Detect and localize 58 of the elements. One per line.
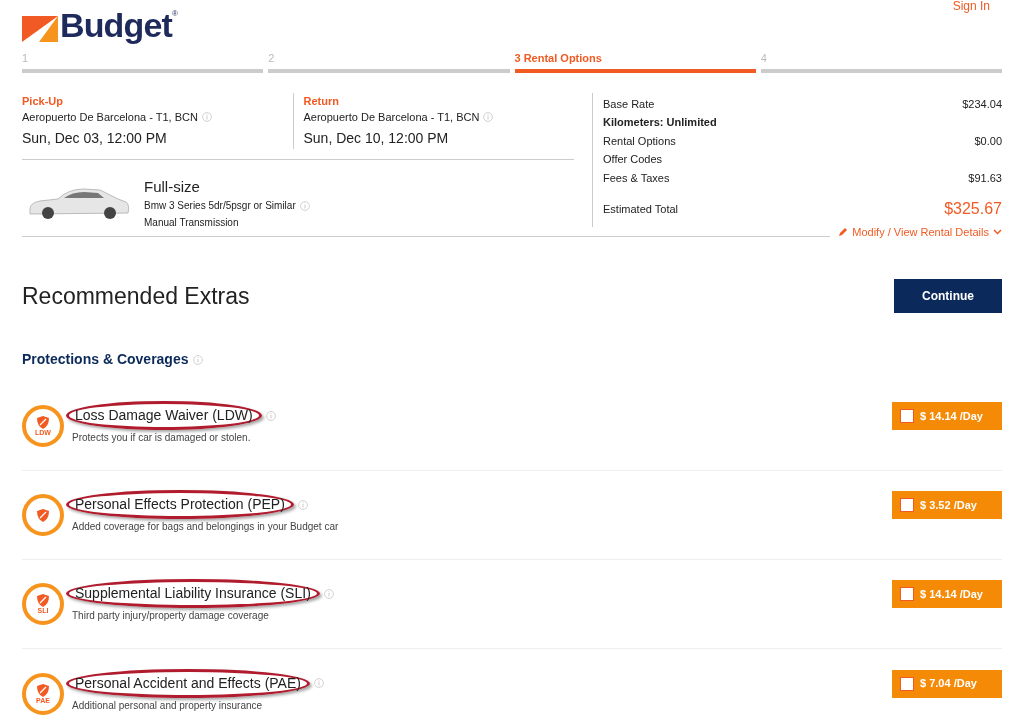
pencil-icon: [838, 227, 849, 238]
date-time: Sun, Dec 10, 12:00 PM: [303, 128, 450, 148]
location-label: Return: [303, 93, 340, 109]
price-button[interactable]: $ 7.04 /Day: [892, 669, 1002, 698]
step-tab[interactable]: 4: [760, 50, 1002, 73]
extra-description: Added coverage for bags and belongings in your Budget car: [72, 520, 339, 534]
price-button[interactable]: $ 3.52 /Day: [892, 491, 1002, 519]
registered-mark: ®: [172, 8, 178, 18]
price-button[interactable]: $ 14.14 /Day: [892, 402, 1002, 430]
continue-button[interactable]: Continue: [894, 278, 1002, 313]
summary-value: $234.04: [962, 96, 1002, 112]
checkbox[interactable]: [900, 409, 914, 423]
info-icon[interactable]: [323, 588, 334, 599]
extra-description: Protects you if car is damaged or stolen.: [72, 431, 252, 445]
summary-label: Fees & Taxes: [603, 170, 670, 186]
step-tab[interactable]: 1: [22, 50, 264, 73]
summary-value: $91.63: [968, 170, 1002, 186]
price-button[interactable]: $ 14.14 /Day: [892, 580, 1002, 608]
location-name: Aeropuerto De Barcelona - T1, BCN: [22, 110, 198, 125]
chevron-down-icon: [993, 229, 1002, 236]
extra-title: Supplemental Liability Insurance (SLI): [66, 579, 320, 608]
info-icon[interactable]: [299, 200, 310, 211]
info-icon[interactable]: [201, 112, 212, 123]
extra-description: Additional personal and property insurance: [72, 698, 264, 713]
step-tab[interactable]: 3 Rental Options: [514, 50, 756, 73]
info-icon[interactable]: [265, 410, 276, 421]
info-icon[interactable]: [297, 499, 308, 510]
extra-description: Third party injury/property damage coverage: [72, 609, 270, 623]
summary-label: Base Rate: [603, 96, 655, 112]
info-icon[interactable]: [192, 354, 203, 365]
date-time: Sun, Dec 03, 12:00 PM: [22, 128, 168, 148]
summary-label: Estimated Total: [603, 201, 678, 217]
location-name: Aeropuerto De Barcelona - T1, BCN: [303, 110, 480, 125]
sign-in-link[interactable]: Sign In: [952, 0, 990, 12]
page-heading: Recommended Extras: [22, 281, 250, 311]
extra-title: Personal Accident and Effects (PAE): [66, 668, 310, 698]
extra-title: Loss Damage Waiver (LDW): [66, 401, 262, 430]
location-label: Pick-Up: [22, 93, 64, 109]
step-tab[interactable]: 2: [268, 50, 510, 73]
info-icon[interactable]: [313, 678, 324, 688]
car-class: Full-size: [144, 176, 201, 197]
extra-title: Personal Effects Protection (PEP): [66, 490, 294, 519]
checkbox[interactable]: [900, 676, 914, 691]
transmission-text: Manual Transmission: [144, 216, 240, 230]
summary-label: Offer Codes: [603, 152, 663, 167]
checkbox[interactable]: [900, 498, 914, 512]
checkbox[interactable]: [900, 587, 914, 601]
estimated-total: $325.67: [944, 199, 1002, 219]
modify-link[interactable]: Modify / View Rental Details: [838, 224, 1002, 241]
shield-badge-icon: [22, 494, 64, 536]
car-model: Bmw 3 Series 5dr/5psgr or Similar: [144, 199, 296, 213]
summary-value: $0.00: [974, 133, 1002, 149]
logo-icon: [22, 16, 58, 42]
info-icon[interactable]: [483, 112, 494, 123]
summary-label: Kilometers: Unlimited: [603, 115, 717, 130]
summary-label: Rental Options: [603, 133, 676, 149]
brand-logo-text: Budget: [60, 8, 172, 42]
section-heading: Protections & Coverages: [22, 350, 189, 369]
